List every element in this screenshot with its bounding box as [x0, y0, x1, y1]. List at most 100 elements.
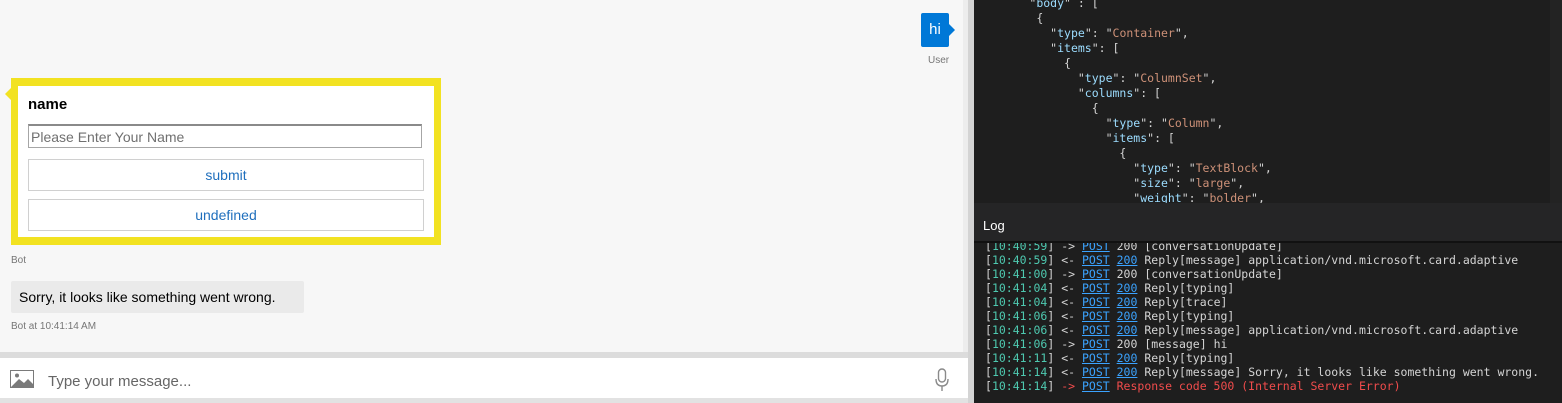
json-string: Column	[1167, 116, 1210, 130]
json-punct: {	[1091, 101, 1099, 115]
json-punct: :	[1188, 191, 1203, 203]
log-direction: <-	[1061, 323, 1076, 337]
log-timestamp: 10:41:06	[991, 323, 1048, 337]
composer	[0, 358, 968, 403]
json-punct: :	[1174, 176, 1189, 190]
log-method-link[interactable]: POST	[1082, 351, 1110, 365]
json-key: size	[1140, 176, 1168, 190]
log-entry: [10:41:14] -> POST Response code 500 (In…	[985, 379, 1401, 393]
json-line: {	[974, 146, 1126, 160]
image-upload-icon[interactable]	[10, 370, 34, 388]
submit-button[interactable]: submit	[28, 159, 424, 191]
json-inspector: "body" : [ { "type": "Container", "items…	[974, 0, 1562, 203]
log-status-link[interactable]: 200	[1117, 365, 1138, 379]
json-key: body	[1036, 0, 1065, 10]
log-method-link[interactable]: POST	[1082, 243, 1110, 253]
log-text: [conversationUpdate]	[1144, 267, 1283, 281]
microphone-icon[interactable]	[935, 368, 949, 392]
json-line: {	[974, 11, 1043, 25]
log-method-link[interactable]: POST	[1082, 379, 1110, 393]
log-timestamp: 10:41:00	[991, 267, 1048, 281]
log-method-link[interactable]: POST	[1082, 281, 1110, 295]
json-punct: :	[1119, 71, 1134, 85]
name-input[interactable]	[28, 124, 422, 148]
log-status-link[interactable]: 200	[1117, 309, 1138, 323]
bot-message-bubble: Sorry, it looks like something went wron…	[11, 281, 304, 313]
json-punct: :	[1174, 161, 1189, 175]
json-scrollbar[interactable]	[1550, 0, 1562, 203]
log-timestamp: 10:41:04	[991, 281, 1048, 295]
message-input[interactable]	[46, 366, 910, 396]
log-status: 200	[1116, 267, 1138, 281]
log-status-link[interactable]: 200	[1117, 351, 1138, 365]
log-method-link[interactable]: POST	[1082, 323, 1110, 337]
log-direction: <-	[1061, 253, 1076, 267]
log-title: Log	[983, 218, 1005, 233]
json-key: weight	[1140, 191, 1182, 203]
json-string: large	[1195, 176, 1231, 190]
json-line: "type": "Container",	[974, 26, 1189, 40]
json-string: bolder	[1209, 191, 1252, 203]
log-direction: ->	[1061, 379, 1076, 393]
log-timestamp: 10:41:06	[991, 309, 1048, 323]
log-method-link[interactable]: POST	[1082, 337, 1110, 351]
json-punct: : [	[1154, 131, 1175, 145]
log-text: Reply[typing]	[1144, 309, 1235, 323]
json-tail: ,	[1181, 26, 1189, 40]
log-direction: <-	[1061, 365, 1076, 379]
json-key: type	[1084, 71, 1113, 85]
json-key: items	[1057, 41, 1092, 55]
log-entry: [10:40:59] -> POST 200 [conversationUpda…	[985, 243, 1283, 253]
log-entry: [10:41:06] <- POST 200 Reply[typing]	[985, 309, 1235, 323]
adaptive-card: name submit undefined	[5, 78, 441, 245]
log-status-link[interactable]: 200	[1117, 281, 1138, 295]
adaptive-card-body: name submit undefined	[18, 86, 434, 237]
log-direction: ->	[1061, 243, 1076, 253]
log-text: [message] hi	[1144, 337, 1228, 351]
log-status-link[interactable]: 200	[1117, 323, 1138, 337]
user-caption: User	[928, 55, 950, 66]
json-line: "type": "ColumnSet",	[974, 71, 1217, 85]
log-status-link[interactable]: 200	[1117, 295, 1138, 309]
log-text: Reply[typing]	[1144, 281, 1235, 295]
json-line: "columns": [	[974, 86, 1161, 100]
log-timestamp: 10:41:14	[991, 379, 1048, 393]
log-direction: ->	[1061, 267, 1076, 281]
log-method-link[interactable]: POST	[1082, 253, 1110, 267]
card-title: name	[28, 96, 68, 113]
json-line: "items": [	[974, 41, 1119, 55]
chat-panel: hi User name submit undefined Bot Sorry,…	[0, 0, 968, 403]
json-tail: ,	[1216, 116, 1224, 130]
log-method-link[interactable]: POST	[1082, 309, 1110, 323]
json-line: "type": "Column",	[974, 116, 1224, 130]
log-method-link[interactable]: POST	[1082, 295, 1110, 309]
log-entry: [10:41:14] <- POST 200 Reply[message] So…	[985, 365, 1539, 379]
log-status-link[interactable]: 200	[1117, 253, 1138, 267]
log-method-link[interactable]: POST	[1082, 267, 1110, 281]
log-entry: [10:41:06] <- POST 200 Reply[message] ap…	[985, 323, 1519, 337]
json-line: "items": [	[974, 131, 1175, 145]
log-entry: [10:41:06] -> POST 200 [message] hi	[985, 337, 1228, 351]
log-method-link[interactable]: POST	[1082, 365, 1110, 379]
json-key: type	[1140, 161, 1168, 175]
log-status: 200	[1116, 243, 1138, 253]
json-key: items	[1112, 131, 1148, 145]
json-punct: {	[1119, 146, 1127, 160]
undefined-button[interactable]: undefined	[28, 199, 424, 231]
log-panel: [10:40:59] -> POST 200 [conversationUpda…	[974, 243, 1562, 403]
json-punct: : [	[1098, 41, 1120, 55]
log-direction: <-	[1061, 351, 1076, 365]
json-line: "size": "large",	[974, 176, 1244, 190]
